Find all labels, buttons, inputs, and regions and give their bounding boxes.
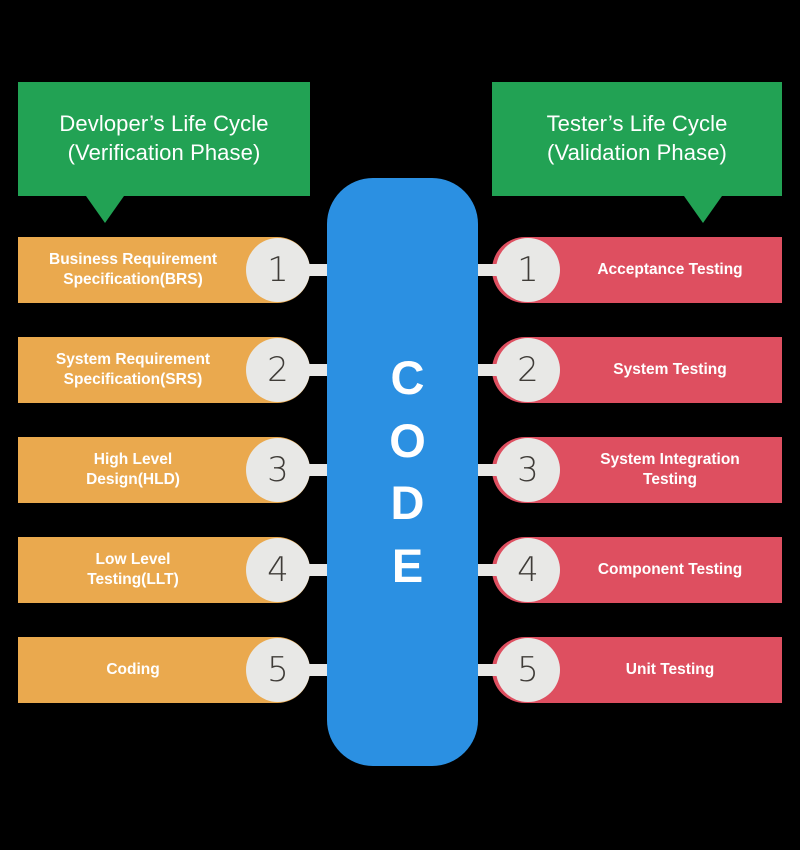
- developer-phase-label-line1: Coding: [106, 660, 160, 678]
- step-number-badge: 4: [246, 538, 310, 602]
- step-number-badge: 5: [246, 638, 310, 702]
- code-panel: C O D E: [327, 178, 478, 766]
- step-number-badge: 1: [496, 238, 560, 302]
- step-number-badge: 2: [246, 338, 310, 402]
- diagram-canvas: Devloper’s Life Cycle (Verification Phas…: [0, 0, 800, 850]
- developer-lifecycle-header: Devloper’s Life Cycle (Verification Phas…: [18, 82, 310, 196]
- step-number-badge: 1: [246, 238, 310, 302]
- list-item[interactable]: Acceptance Testing 1: [460, 237, 782, 303]
- tester-header-arrow-icon: [684, 196, 722, 223]
- developer-header-line1: Devloper’s Life Cycle: [59, 111, 269, 137]
- list-item[interactable]: High Level Design(HLD) 3: [18, 437, 350, 503]
- list-item[interactable]: System Requirement Specification(SRS) 2: [18, 337, 350, 403]
- developer-phase-label-line2: Specification(BRS): [63, 271, 203, 288]
- developer-phase-label-line1: High Level: [93, 450, 173, 468]
- step-number-badge: 3: [246, 438, 310, 502]
- tester-phase-label-line1: Unit Testing: [625, 660, 715, 678]
- step-number-badge: 4: [496, 538, 560, 602]
- developer-phase-label-line2: Testing(LLT): [87, 571, 179, 588]
- tester-phase-label-line2: Testing: [643, 471, 697, 488]
- tester-phase-label-line1: Component Testing: [597, 560, 743, 578]
- list-item[interactable]: Coding 5: [18, 637, 350, 703]
- tester-header-line2: (Validation Phase): [547, 140, 727, 165]
- developer-phase-label-line2: Design(HLD): [86, 471, 180, 488]
- step-number-badge: 5: [496, 638, 560, 702]
- tester-header-line1: Tester’s Life Cycle: [546, 111, 728, 137]
- step-number-badge: 3: [496, 438, 560, 502]
- list-item[interactable]: Unit Testing 5: [460, 637, 782, 703]
- list-item[interactable]: System Integration Testing 3: [460, 437, 782, 503]
- list-item[interactable]: Component Testing 4: [460, 537, 782, 603]
- code-label: C O D E: [327, 178, 478, 766]
- list-item[interactable]: System Testing 2: [460, 337, 782, 403]
- developer-header-arrow-icon: [86, 196, 124, 223]
- developer-header-line2: (Verification Phase): [67, 140, 261, 165]
- developer-phase-label-line1: System Requirement: [55, 350, 211, 368]
- developer-phase-label-line2: Specification(SRS): [63, 371, 203, 388]
- tester-phase-label-line1: System Integration: [600, 450, 740, 468]
- code-letter: E: [391, 538, 424, 592]
- tester-phase-label-line1: System Testing: [613, 360, 727, 378]
- developer-phase-label-line1: Low Level: [95, 550, 171, 568]
- tester-phase-label-line1: Acceptance Testing: [597, 260, 743, 278]
- code-letter: D: [390, 476, 425, 529]
- list-item[interactable]: Business Requirement Specification(BRS) …: [18, 237, 350, 303]
- list-item[interactable]: Low Level Testing(LLT) 4: [18, 537, 350, 603]
- code-letter: O: [389, 413, 426, 467]
- tester-lifecycle-header: Tester’s Life Cycle (Validation Phase): [492, 82, 782, 196]
- developer-phase-label-line1: Business Requirement: [49, 250, 217, 268]
- code-letter: C: [390, 351, 425, 404]
- step-number-badge: 2: [496, 338, 560, 402]
